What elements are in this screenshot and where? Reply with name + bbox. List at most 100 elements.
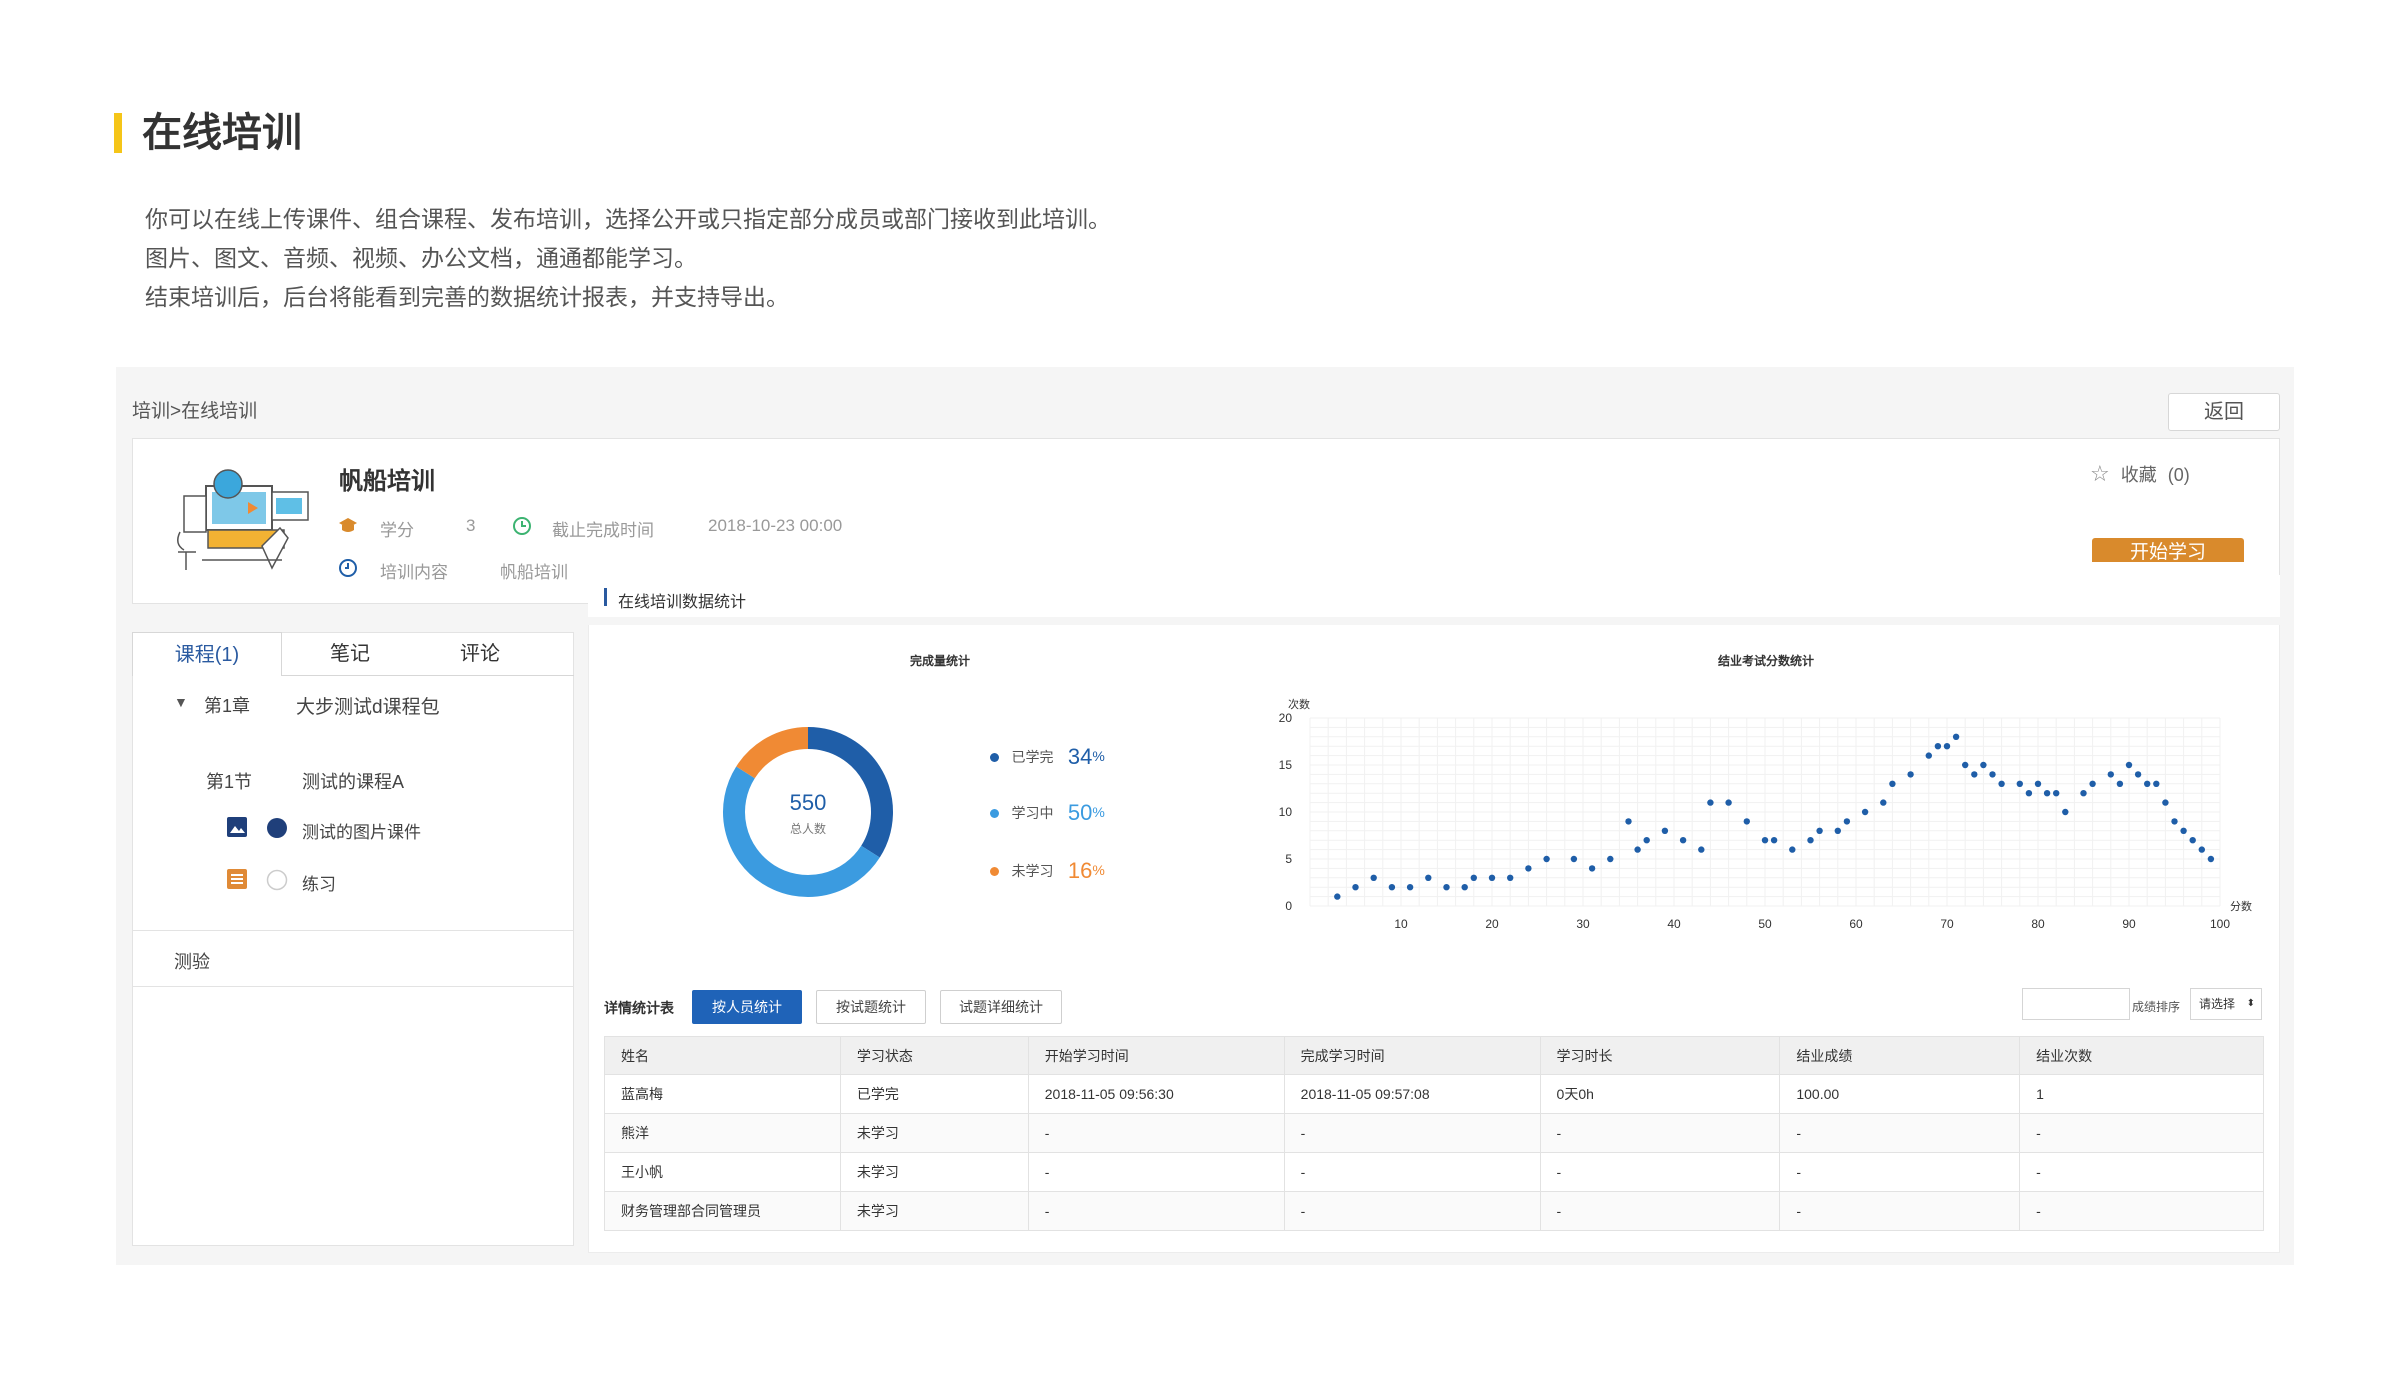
scatter-point xyxy=(1570,855,1578,863)
title-accent-bar xyxy=(114,113,122,153)
scatter-point xyxy=(1543,855,1550,863)
table-header-row: 姓名 学习状态 开始学习时间 完成学习时间 学习时长 结业成绩 结业次数 xyxy=(604,1036,2264,1075)
tab-comments[interactable]: 评论 xyxy=(440,632,520,676)
cell-finish-time: - xyxy=(1283,1191,1541,1231)
cell-name: 王小帆 xyxy=(604,1152,841,1192)
legend-item-in-progress: 学习中 50% xyxy=(990,800,1105,826)
col-header[interactable]: 结业次数 xyxy=(2019,1036,2264,1075)
image-courseware-icon xyxy=(227,817,247,837)
cell-score: - xyxy=(1779,1113,2021,1153)
col-header[interactable]: 结业成绩 xyxy=(1779,1036,2021,1075)
scatter-point xyxy=(2134,771,2142,778)
search-input[interactable] xyxy=(2022,988,2130,1020)
cell-score: - xyxy=(1779,1152,2021,1192)
detail-label: 详情统计表 xyxy=(604,1000,674,1016)
scatter-point xyxy=(1989,771,1996,778)
sort-select[interactable]: 请选择 ⬍ xyxy=(2190,988,2262,1020)
scatter-point xyxy=(1443,884,1450,891)
scatter-point xyxy=(1834,827,1841,834)
scatter-point xyxy=(1789,846,1796,853)
scatter-point xyxy=(2107,771,2114,778)
scatter-point xyxy=(1334,893,1341,900)
legend-dot xyxy=(990,866,999,876)
scatter-point xyxy=(1370,874,1377,881)
x-tick-label: 30 xyxy=(1576,917,1590,931)
tab-courses[interactable]: 课程(1) xyxy=(132,632,282,676)
quiz-label[interactable]: 测验 xyxy=(174,948,210,974)
col-header[interactable]: 开始学习时间 xyxy=(1027,1036,1285,1075)
total-count: 550 xyxy=(789,790,827,815)
cell-status: 未学习 xyxy=(839,1113,1029,1153)
scatter-point xyxy=(2189,837,2196,844)
scatter-point xyxy=(2025,790,2033,797)
caret-down-icon[interactable]: ▼ xyxy=(174,694,188,710)
col-header[interactable]: 姓名 xyxy=(604,1036,841,1075)
sort-label: 成绩排序 xyxy=(2132,1000,2181,1014)
scatter-point xyxy=(1971,771,1978,778)
cell-start-time: - xyxy=(1027,1191,1285,1231)
chapter-name[interactable]: 大步测试d课程包 xyxy=(296,692,440,719)
table-row[interactable]: 熊洋 未学习 - - - - - xyxy=(604,1113,2264,1153)
sort-select-value: 请选择 xyxy=(2199,997,2236,1011)
scatter-point xyxy=(2207,855,2215,863)
exercise-list-icon xyxy=(227,869,247,889)
x-tick-label: 20 xyxy=(1485,917,1499,931)
table-row[interactable]: 财务管理部合同管理员 未学习 - - - - - xyxy=(604,1191,2264,1231)
breadcrumb[interactable]: 培训>在线培训 xyxy=(132,396,257,423)
cell-name: 财务管理部合同管理员 xyxy=(604,1191,841,1231)
scatter-point xyxy=(1980,761,1987,769)
intro-line: 结束培训后，后台将能看到完善的数据统计报表，并支持导出。 xyxy=(145,284,789,310)
chapter-label[interactable]: 第1章 xyxy=(204,692,250,718)
scatter-point xyxy=(2171,818,2178,825)
table-row[interactable]: 蓝高梅 已学完 2018-11-05 09:56:30 2018-11-05 0… xyxy=(604,1074,2264,1114)
section-name[interactable]: 测试的课程A xyxy=(302,768,404,794)
favorite-button[interactable]: ☆ 收藏 (0) xyxy=(2090,461,2190,487)
legend-label: 学习中 xyxy=(1011,805,1054,821)
scatter-point xyxy=(2053,790,2060,797)
tab-by-person[interactable]: 按人员统计 xyxy=(692,990,802,1024)
courseware-image-item[interactable]: 测试的图片课件 xyxy=(302,818,421,843)
scatter-point xyxy=(1707,799,1714,806)
scatter-point xyxy=(1761,837,1769,844)
course-outline-pane xyxy=(132,632,574,1246)
table-row[interactable]: 王小帆 未学习 - - - - - xyxy=(604,1152,2264,1192)
scatter-point xyxy=(1607,855,1614,863)
tab-question-detail[interactable]: 试题详细统计 xyxy=(940,990,1062,1024)
legend-value: 16 xyxy=(1067,858,1093,883)
scatter-point xyxy=(1507,874,1514,881)
scatter-point xyxy=(1962,761,1969,769)
scatter-point xyxy=(1952,733,1960,740)
tab-notes[interactable]: 笔记 xyxy=(310,632,390,676)
scatter-point xyxy=(1725,799,1732,806)
col-header[interactable]: 学习状态 xyxy=(839,1036,1029,1075)
total-label: 总人数 xyxy=(789,822,826,836)
col-header[interactable]: 完成学习时间 xyxy=(1283,1036,1541,1075)
tab-by-question[interactable]: 按试题统计 xyxy=(816,990,926,1024)
scatter-point xyxy=(1843,818,1851,825)
tree-divider xyxy=(132,930,574,931)
cell-name: 熊洋 xyxy=(604,1113,841,1153)
scatter-point xyxy=(1461,884,1468,891)
x-tick-label: 70 xyxy=(1940,917,1954,931)
y-axis-label: 次数 xyxy=(1288,697,1310,711)
start-learning-button[interactable]: 开始学习 xyxy=(2092,538,2244,562)
x-tick-label: 80 xyxy=(2031,917,2045,931)
intro-line: 你可以在线上传课件、组合课程、发布培训，选择公开或只指定部分成员或部门接收到此培… xyxy=(145,206,1111,232)
x-tick-label: 40 xyxy=(1667,917,1681,931)
scatter-point xyxy=(1743,818,1750,825)
col-header[interactable]: 学习时长 xyxy=(1539,1036,1781,1075)
scatter-point xyxy=(2162,799,2169,806)
scatter-point xyxy=(1998,780,2005,787)
x-tick-label: 10 xyxy=(1394,917,1408,931)
cell-score: - xyxy=(1779,1191,2021,1231)
scatter-point xyxy=(2043,790,2051,797)
x-axis-label: 分数 xyxy=(2230,900,2252,913)
exercise-item[interactable]: 练习 xyxy=(302,870,336,895)
deadline-value: 2018-10-23 00:00 xyxy=(708,516,843,535)
back-button[interactable]: 返回 xyxy=(2168,393,2280,431)
cell-attempts: - xyxy=(2019,1191,2264,1231)
cell-duration: - xyxy=(1539,1152,1781,1192)
scatter-point xyxy=(2034,780,2042,787)
scatter-point xyxy=(1861,808,1869,816)
scatter-point xyxy=(1943,743,1951,750)
